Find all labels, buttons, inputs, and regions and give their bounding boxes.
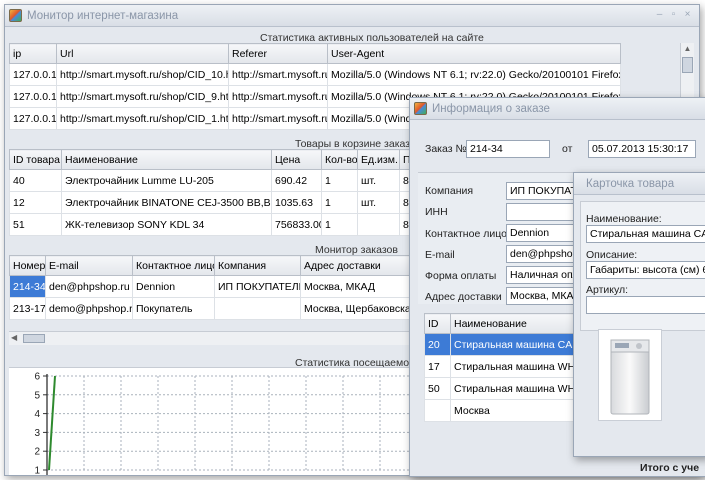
chart-y-tick-label: 3 (34, 428, 40, 439)
company-label: Компания (425, 185, 474, 197)
main-titlebar[interactable]: Монитор интернет-магазина – ▫ × (5, 5, 699, 27)
cart-table-header: ID товара Наименование Цена Кол-во Ед.из… (9, 149, 412, 170)
app-icon (9, 9, 22, 22)
orders-table-header: Номер E-mail Контактное лицо Компания Ад… (9, 255, 412, 276)
order-window-title: Информация о заказе (432, 102, 550, 115)
visits-chart-area: 1 2 3 4 5 6 (9, 367, 411, 475)
orders-hscroll[interactable]: ◀ (9, 331, 411, 345)
orders-col-number[interactable]: Номер (9, 255, 46, 276)
product-name-field[interactable]: Стиральная машина CANDY (586, 225, 705, 243)
product-desc-field[interactable]: Габариты: высота (см) 69 (586, 261, 705, 279)
table-row[interactable]: 127.0.0.1 http://smart.mysoft.ru/shop/CI… (9, 63, 621, 86)
restore-icon[interactable]: ▫ (668, 10, 679, 21)
scroll-up-icon[interactable]: ▲ (681, 43, 694, 55)
product-sku-field[interactable] (586, 296, 705, 314)
chart-y-tick-label: 2 (34, 447, 40, 458)
table-row[interactable]: 12 Электрочайник BINATONE CEJ-3500 BB,BS… (9, 191, 412, 214)
order-no-field[interactable]: 214-34 (466, 140, 550, 158)
order-date-field[interactable]: 05.07.2013 15:30:17 (588, 140, 696, 158)
product-titlebar[interactable]: Карточка товара (574, 173, 705, 195)
cart-col-qty[interactable]: Кол-во (321, 149, 358, 170)
chart-y-tick-label: 6 (34, 372, 40, 383)
orders-col-contact[interactable]: Контактное лицо (132, 255, 215, 276)
orders-table: Номер E-mail Контактное лицо Компания Ад… (9, 255, 412, 320)
close-icon[interactable]: × (682, 10, 693, 21)
product-desc-label: Описание: (586, 249, 638, 261)
order-from-label: от (562, 143, 573, 155)
visits-chart: 1 2 3 4 5 6 (34, 372, 409, 477)
scroll-left-icon[interactable]: ◀ (11, 333, 17, 342)
contact-label: Контактное лицо (425, 228, 507, 240)
items-col-id[interactable]: ID (424, 313, 451, 334)
order-total-label: Итого с уче (640, 462, 700, 474)
order-no-label: Заказ № (425, 143, 467, 155)
users-table-header: ip Url Referer User-Agent (9, 43, 621, 64)
minimize-icon[interactable]: – (654, 10, 665, 21)
users-col-referer[interactable]: Referer (228, 43, 328, 64)
product-photo (598, 329, 662, 421)
scroll-thumb[interactable] (682, 57, 693, 73)
order-titlebar[interactable]: Информация о заказе (410, 98, 705, 120)
cart-col-price[interactable]: Цена (271, 149, 322, 170)
product-name-label: Наименование: (586, 213, 662, 225)
cart-col-id[interactable]: ID товара (9, 149, 62, 170)
users-col-url[interactable]: Url (56, 43, 229, 64)
chart-y-tick-label: 4 (34, 409, 40, 420)
cart-col-unit[interactable]: Ед.изм. (357, 149, 400, 170)
table-row[interactable]: 40 Электрочайник Lumme LU-205 690.42 1 ш… (9, 169, 412, 192)
email-label: E-mail (425, 249, 455, 261)
table-row-selected[interactable]: 214-34 den@phpshop.ru Dennion ИП ПОКУПАТ… (9, 275, 412, 298)
washing-machine-icon (610, 339, 650, 415)
orders-col-email[interactable]: E-mail (45, 255, 133, 276)
address-label: Адрес доставки (425, 291, 502, 303)
cart-col-name[interactable]: Наименование (61, 149, 272, 170)
inn-label: ИНН (425, 206, 448, 218)
app-icon (414, 102, 427, 115)
orders-col-company[interactable]: Компания (214, 255, 301, 276)
orders-col-address[interactable]: Адрес доставки (300, 255, 412, 276)
users-col-ip[interactable]: ip (9, 43, 57, 64)
cart-table: ID товара Наименование Цена Кол-во Ед.из… (9, 149, 412, 236)
main-window-title: Монитор интернет-магазина (27, 9, 179, 22)
product-sku-label: Артикул: (586, 284, 629, 296)
product-window-title: Карточка товара (586, 177, 675, 190)
scroll-thumb[interactable] (23, 334, 45, 343)
table-row[interactable]: 51 ЖК-телевизор SONY KDL 34 756833.00 1 … (9, 213, 412, 236)
chart-y-tick-label: 5 (34, 390, 40, 401)
payment-label: Форма оплаты (425, 270, 497, 282)
users-col-useragent[interactable]: User-Agent (327, 43, 621, 64)
chart-y-tick-label: 1 (34, 466, 40, 477)
chart-series-line (48, 375, 56, 471)
table-row[interactable]: 213-17 demo@phpshop.ru Покупатель Москва… (9, 297, 412, 320)
